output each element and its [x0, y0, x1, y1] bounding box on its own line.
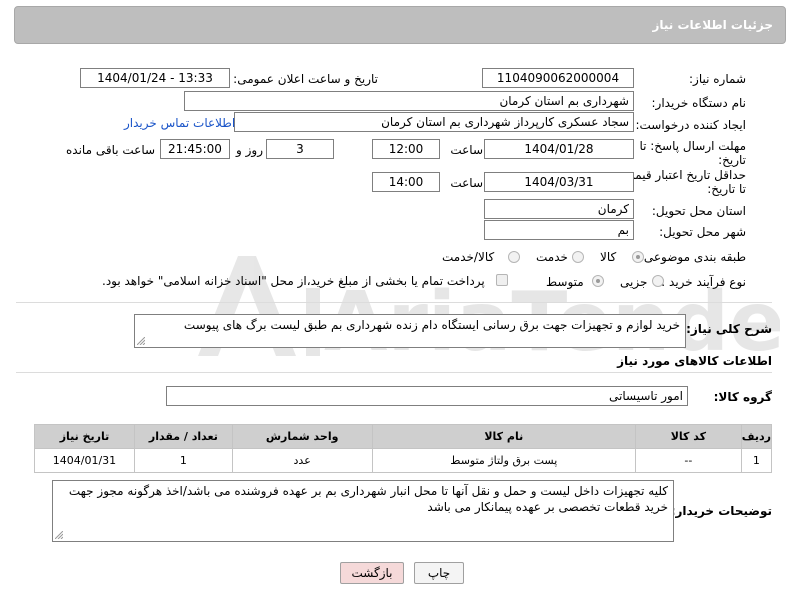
treasury-payment-checkbox[interactable] — [496, 274, 508, 286]
remaining-time-field: 21:45:00 — [160, 139, 230, 159]
reply-days-label: روز و — [236, 143, 263, 157]
announce-datetime-field: 1404/01/24 - 13:33 — [80, 68, 230, 88]
goods-section-title: اطلاعات کالاهای مورد نیاز — [617, 354, 772, 368]
process-option-minor: جزیی — [620, 275, 648, 289]
col-header-unit: واحد شمارش — [231, 424, 373, 449]
category-option-goods-service: کالا/خدمت — [442, 250, 495, 264]
category-radio-goods-service[interactable] — [508, 251, 520, 263]
cell-quantity: 1 — [133, 448, 233, 473]
buyer-notes-label: توضیحات خریدار: — [670, 504, 772, 518]
reply-deadline-date-field: 1404/01/28 — [484, 139, 634, 159]
buyer-org-field: شهرداری بم استان کرمان — [184, 91, 634, 111]
category-option-service: خدمت — [536, 250, 568, 264]
col-header-need-date: تاریخ نیاز — [34, 424, 135, 449]
table-row[interactable]: 1 -- پست برق ولتاژ متوسط عدد 1 1404/01/3… — [34, 448, 773, 473]
city-label: شهر محل تحویل: — [659, 225, 746, 239]
header-panel: جزئیات اطلاعات نیاز — [14, 6, 786, 44]
back-button[interactable]: بازگشت — [340, 562, 404, 584]
process-type-label: نوع فرآیند خرید : — [661, 275, 746, 289]
reply-deadline-label-line2: تاریخ: — [718, 153, 746, 167]
cell-item-name: پست برق ولتاژ متوسط — [371, 448, 637, 473]
announce-datetime-label: تاریخ و ساعت اعلان عمومی: — [233, 72, 378, 86]
buyer-notes-textarea[interactable]: کلیه تجهیزات داخل لیست و حمل و نقل آنها … — [52, 480, 674, 542]
page-title: جزئیات اطلاعات نیاز — [652, 18, 773, 32]
reply-days-field: 3 — [266, 139, 334, 159]
cell-item-code: -- — [635, 448, 742, 473]
need-number-label: شماره نیاز: — [689, 72, 746, 86]
resize-grip-icon[interactable] — [137, 337, 145, 345]
process-radio-medium[interactable] — [592, 275, 604, 287]
process-option-medium: متوسط — [546, 275, 584, 289]
city-field: بم — [484, 220, 634, 240]
price-validity-label: حداقل تاریخ اعتبار قیمت: — [619, 168, 746, 182]
price-validity-date-field: 1404/03/31 — [484, 172, 634, 192]
buyer-notes-text: کلیه تجهیزات داخل لیست و حمل و نقل آنها … — [68, 484, 668, 514]
goods-table-header-row: ردیف کد کالا نام کالا واحد شمارش تعداد /… — [34, 424, 773, 449]
col-header-row-number: ردیف — [740, 424, 773, 449]
col-header-item-name: نام کالا — [371, 424, 637, 449]
reply-deadline-label: مهلت ارسال پاسخ: تا — [639, 139, 746, 153]
requester-label: ایجاد کننده درخواست: — [635, 118, 746, 132]
buyer-contact-link[interactable]: اطلاعات تماس خریدار — [124, 116, 235, 130]
description-label: شرح کلی نیاز: — [686, 322, 772, 336]
section-divider — [16, 302, 772, 303]
category-radio-service[interactable] — [572, 251, 584, 263]
need-number-field: 1104090062000004 — [482, 68, 634, 88]
col-header-item-code: کد کالا — [635, 424, 742, 449]
remaining-time-label: ساعت باقی مانده — [66, 143, 156, 157]
price-validity-time-label: ساعت — [450, 176, 483, 190]
cell-need-date: 1404/01/31 — [34, 448, 135, 473]
cell-row-number: 1 — [740, 448, 773, 473]
goods-group-field: امور تاسیساتی — [166, 386, 688, 406]
reply-deadline-time-label: ساعت — [450, 143, 483, 157]
treasury-payment-note: پرداخت تمام یا بخشی از مبلغ خرید،از محل … — [102, 274, 485, 288]
print-button[interactable]: چاپ — [414, 562, 464, 584]
goods-table: ردیف کد کالا نام کالا واحد شمارش تعداد /… — [34, 424, 773, 473]
province-field: کرمان — [484, 199, 634, 219]
category-label: طبقه بندی موضوعی: — [639, 250, 746, 264]
description-textarea[interactable]: خرید لوازم و تجهیزات جهت برق رسانی ایستگ… — [134, 314, 686, 348]
goods-group-label: گروه کالا: — [713, 390, 772, 404]
process-radio-minor[interactable] — [652, 275, 664, 287]
category-option-goods: کالا — [600, 250, 617, 264]
province-label: استان محل تحویل: — [651, 204, 746, 218]
requester-field: سجاد عسکری کارپرداز شهرداری بم استان کرم… — [234, 112, 634, 132]
resize-grip-icon[interactable] — [55, 531, 63, 539]
price-validity-label-line2: تا تاریخ: — [707, 182, 746, 196]
category-radio-goods[interactable] — [632, 251, 644, 263]
col-header-quantity: تعداد / مقدار — [133, 424, 233, 449]
reply-deadline-time-field: 12:00 — [372, 139, 440, 159]
buyer-org-label: نام دستگاه خریدار: — [651, 96, 747, 110]
price-validity-time-field: 14:00 — [372, 172, 440, 192]
description-text: خرید لوازم و تجهیزات جهت برق رسانی ایستگ… — [183, 318, 680, 332]
goods-divider — [16, 372, 772, 373]
cell-unit: عدد — [231, 448, 373, 473]
